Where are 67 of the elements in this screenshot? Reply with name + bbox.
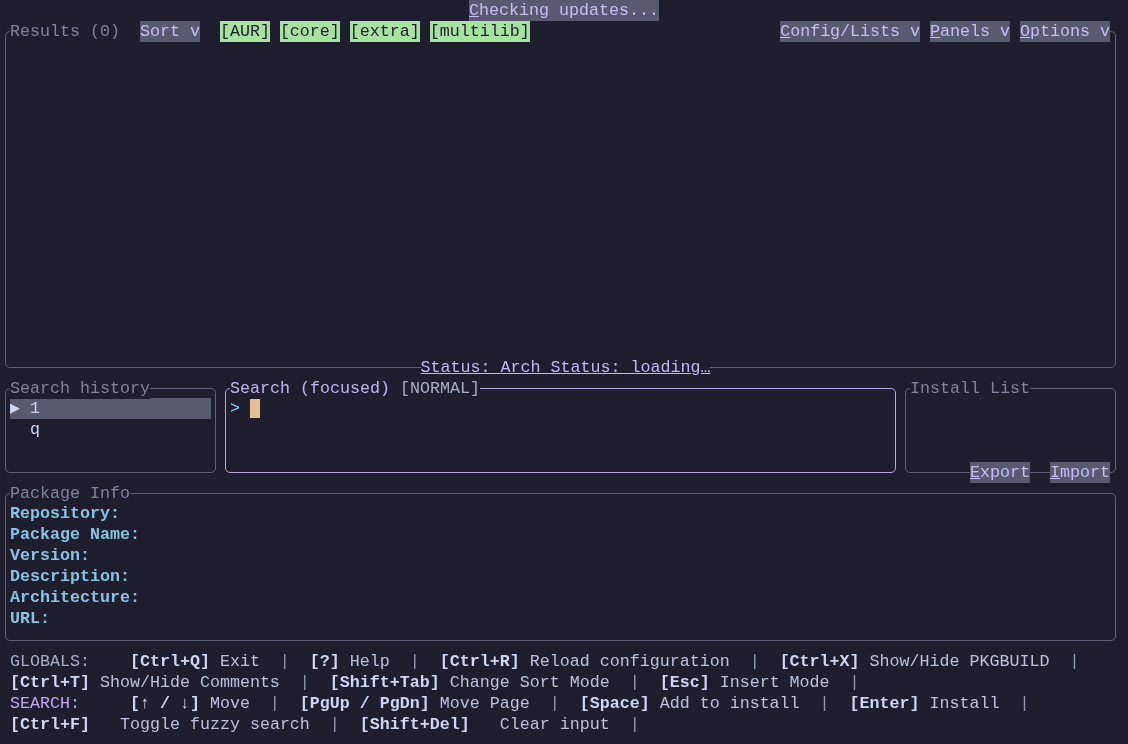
prompt-symbol: >: [230, 398, 240, 419]
shortcut-key: [Ctrl+R]: [439, 652, 520, 671]
separator: |: [629, 673, 640, 692]
field-label: Version:: [10, 545, 90, 566]
menu-button[interactable]: Panels v: [930, 21, 1011, 42]
panel-title: Search (focused): [230, 378, 390, 399]
field-label: Repository:: [10, 503, 120, 524]
status-link[interactable]: Status: Arch Status: loading…: [420, 357, 711, 378]
shortcut-key: [?]: [309, 652, 340, 671]
panel-title: Results (0): [10, 21, 120, 42]
shortcut-key: [Space]: [579, 694, 650, 713]
shortcut-description: Install: [929, 694, 1000, 713]
separator: |: [819, 694, 830, 713]
action-button[interactable]: Import: [1050, 462, 1110, 483]
separator: |: [1069, 652, 1080, 671]
shortcut-description: Toggle fuzzy search: [119, 715, 310, 734]
shortcut-key: [PgUp / PgDn]: [299, 694, 430, 713]
shortcut-key: [Ctrl+T]: [10, 673, 90, 692]
shortcut-key: [Ctrl+F]: [10, 715, 90, 734]
separator: |: [629, 715, 640, 734]
separator: |: [549, 694, 560, 713]
section-label: GLOBALS:: [10, 652, 90, 671]
panel-title: Package Info: [10, 483, 130, 504]
shortcut-key: [Ctrl+X]: [779, 652, 860, 671]
repo-filter-toggle[interactable]: [multilib]: [429, 21, 530, 42]
shortcut-description: Move Page: [439, 694, 530, 713]
field-label: Description:: [10, 566, 130, 587]
shortcut-description: Help: [349, 652, 390, 671]
shortcut-key: [Ctrl+Q]: [129, 652, 210, 671]
shortcut-key: [Shift+Tab]: [329, 673, 440, 692]
shortcut-description: Show/Hide PKGBUILD: [869, 652, 1050, 671]
panel-title: Search history: [10, 378, 150, 399]
shortcut-description: Move: [209, 694, 250, 713]
separator: |: [849, 673, 860, 692]
separator: |: [329, 715, 340, 734]
field-label: URL:: [10, 608, 50, 629]
menu-button[interactable]: Config/Lists v: [780, 21, 921, 42]
separator: |: [299, 673, 310, 692]
separator: |: [749, 652, 760, 671]
separator: |: [279, 652, 290, 671]
sort-button[interactable]: Sort v: [139, 21, 200, 42]
section-label: SEARCH:: [10, 694, 80, 713]
menu-button[interactable]: Options v: [1020, 21, 1110, 42]
repo-filter-toggle[interactable]: [extra]: [349, 21, 420, 42]
field-label: Architecture:: [10, 587, 140, 608]
triangle-icon: ▶: [10, 398, 20, 419]
shortcut-key: [↑ / ↓]: [129, 694, 200, 713]
shortcut-key: [Shift+Del]: [359, 715, 470, 734]
action-button[interactable]: Export: [970, 462, 1031, 483]
shortcut-description: Insert Mode: [719, 673, 830, 692]
separator: |: [409, 652, 420, 671]
shortcut-description: Clear input: [499, 715, 610, 734]
shortcut-description: Change Sort Mode: [449, 673, 610, 692]
history-item[interactable]: ▶ 1: [10, 398, 211, 419]
separator: |: [1019, 694, 1030, 713]
shortcut-description: Exit: [219, 652, 260, 671]
shortcut-description: Show/Hide Comments: [99, 673, 280, 692]
update-status-text: Checking updates...: [469, 0, 659, 21]
shortcut-description: Reload configuration: [529, 652, 730, 671]
history-item[interactable]: q: [10, 419, 211, 440]
shortcut-key: [Enter]: [849, 694, 920, 713]
repo-filter-toggle[interactable]: [core]: [279, 21, 340, 42]
field-label: Package Name:: [10, 524, 140, 545]
shortcut-description: Add to install: [659, 694, 800, 713]
repo-filter-toggle[interactable]: [AUR]: [219, 21, 270, 42]
shortcut-key: [Esc]: [659, 673, 710, 692]
separator: |: [269, 694, 280, 713]
